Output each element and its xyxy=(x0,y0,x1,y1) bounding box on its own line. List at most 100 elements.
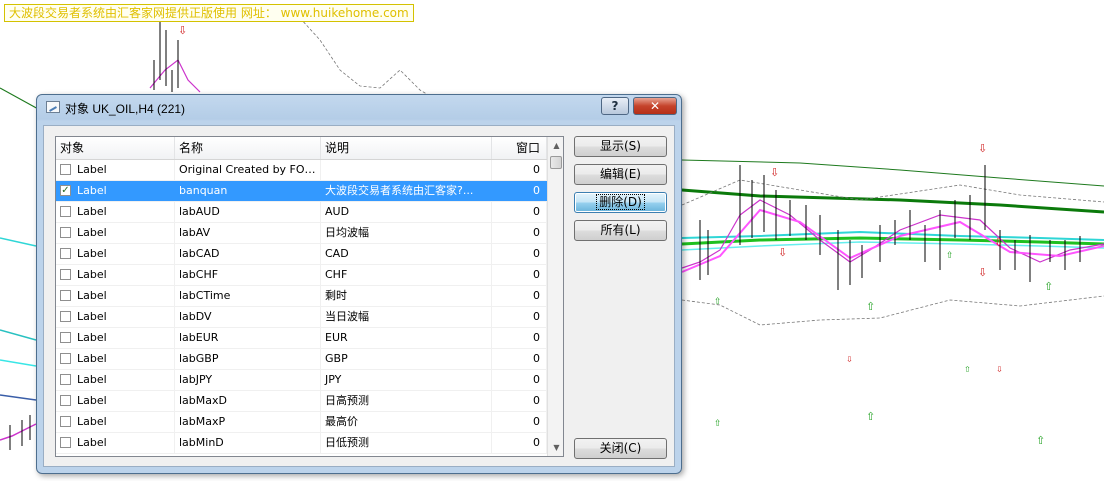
svg-text:⇧: ⇧ xyxy=(1044,280,1053,293)
object-type-cell: Label xyxy=(56,244,175,264)
table-row[interactable]: Label labCHF CHF 0 xyxy=(56,265,547,286)
column-header-window[interactable]: 窗口 xyxy=(492,137,547,159)
table-row[interactable]: Label labDV 当日波幅 0 xyxy=(56,307,547,328)
row-checkbox[interactable] xyxy=(60,226,71,238)
dialog-titlebar[interactable]: 对象 UK_OIL,H4 (221) ? ✕ xyxy=(37,95,681,119)
object-name-cell: labCTime xyxy=(175,286,321,306)
column-header-name[interactable]: 名称 xyxy=(175,137,321,159)
object-name-cell: labCHF xyxy=(175,265,321,285)
close-dialog-button[interactable]: 关闭(C) xyxy=(574,438,667,459)
svg-text:⇩: ⇩ xyxy=(778,246,787,259)
object-type-cell: Label xyxy=(56,349,175,369)
all-button[interactable]: 所有(L) xyxy=(574,220,667,241)
object-name-cell: labGBP xyxy=(175,349,321,369)
edit-button[interactable]: 编辑(E) xyxy=(574,164,667,185)
delete-button[interactable]: 删除(D) xyxy=(574,192,667,213)
table-row[interactable]: Label labJPY JPY 0 xyxy=(56,370,547,391)
table-row[interactable]: Label labMaxD 日高预测 0 xyxy=(56,391,547,412)
object-description-cell: 大波段交易者系统由汇客家?... xyxy=(321,181,492,201)
object-type-cell: ✓ Label xyxy=(56,181,175,201)
window-close-button[interactable]: ✕ xyxy=(633,97,677,115)
row-checkbox[interactable] xyxy=(60,436,71,448)
object-name-cell: labDV xyxy=(175,307,321,327)
list-header: 对象 名称 说明 窗口 xyxy=(56,137,547,160)
scroll-up-icon[interactable]: ▲ xyxy=(548,137,563,154)
table-row[interactable]: Label labMinD 日低预测 0 xyxy=(56,433,547,454)
object-type-text: Label xyxy=(77,163,107,176)
object-description-cell: JPY xyxy=(321,370,492,390)
close-dialog-button-label: 关闭(C) xyxy=(599,441,642,455)
svg-text:⇧: ⇧ xyxy=(866,300,875,313)
row-checkbox[interactable] xyxy=(60,394,71,406)
row-checkbox[interactable] xyxy=(60,163,71,175)
row-checkbox[interactable] xyxy=(60,268,71,280)
row-checkbox[interactable] xyxy=(60,352,71,364)
row-checkbox[interactable] xyxy=(60,247,71,259)
question-icon: ? xyxy=(611,99,619,113)
row-checkbox[interactable] xyxy=(60,415,71,427)
svg-text:⇩: ⇩ xyxy=(178,24,187,37)
object-type-text: Label xyxy=(77,247,107,260)
object-window-cell: 0 xyxy=(492,286,547,306)
table-row[interactable]: Label labAV 日均波幅 0 xyxy=(56,223,547,244)
object-window-cell: 0 xyxy=(492,370,547,390)
show-button[interactable]: 显示(S) xyxy=(574,136,667,157)
objects-list[interactable]: 对象 名称 说明 窗口 Label Original Created by FOR… xyxy=(55,136,564,457)
object-window-cell: 0 xyxy=(492,349,547,369)
show-button-label: 显示(S) xyxy=(600,139,641,153)
object-type-text: Label xyxy=(77,310,107,323)
table-row[interactable]: Label labMaxP 最高价 0 xyxy=(56,412,547,433)
dialog-title: 对象 UK_OIL,H4 (221) xyxy=(65,102,186,116)
object-description-cell: 最高价 xyxy=(321,412,492,432)
object-name-cell: labAUD xyxy=(175,202,321,222)
row-checkbox[interactable] xyxy=(60,331,71,343)
object-description-cell: 剩时 xyxy=(321,286,492,306)
row-checkbox[interactable] xyxy=(60,205,71,217)
vertical-scrollbar[interactable]: ▲ ▼ xyxy=(547,137,563,456)
object-window-cell: 0 xyxy=(492,202,547,222)
object-type-cell: Label xyxy=(56,412,175,432)
object-window-cell: 0 xyxy=(492,244,547,264)
object-window-cell: 0 xyxy=(492,412,547,432)
help-button[interactable]: ? xyxy=(601,97,629,115)
object-window-cell: 0 xyxy=(492,160,547,180)
table-row[interactable]: ✓ Label banquan 大波段交易者系统由汇客家?... 0 xyxy=(56,181,547,202)
object-description-cell xyxy=(321,160,492,180)
svg-text:⇩: ⇩ xyxy=(846,355,853,364)
table-row[interactable]: Label Original Created by FORE… 0 xyxy=(56,160,547,181)
object-description-cell: EUR xyxy=(321,328,492,348)
row-checkbox[interactable] xyxy=(60,373,71,385)
object-type-cell: Label xyxy=(56,307,175,327)
object-type-text: Label xyxy=(77,226,107,239)
svg-text:⇧: ⇧ xyxy=(1036,434,1045,447)
object-type-text: Label xyxy=(77,394,107,407)
object-description-cell: 当日波幅 xyxy=(321,307,492,327)
scroll-thumb[interactable] xyxy=(550,156,562,169)
all-button-label: 所有(L) xyxy=(600,223,641,237)
table-row[interactable]: Label labAUD AUD 0 xyxy=(56,202,547,223)
object-type-text: Label xyxy=(77,415,107,428)
svg-text:⇧: ⇧ xyxy=(866,410,875,423)
object-window-cell: 0 xyxy=(492,433,547,453)
table-row[interactable]: Label labEUR EUR 0 xyxy=(56,328,547,349)
table-row[interactable]: Label labCAD CAD 0 xyxy=(56,244,547,265)
chart-window-icon xyxy=(46,101,60,113)
row-checkbox[interactable] xyxy=(60,289,71,301)
row-checkbox[interactable]: ✓ xyxy=(60,184,71,196)
column-header-object[interactable]: 对象 xyxy=(56,137,175,159)
dialog-client-area: 对象 名称 说明 窗口 Label Original Created by FOR… xyxy=(43,125,675,467)
object-type-text: Label xyxy=(77,373,107,386)
svg-text:⇧: ⇧ xyxy=(714,419,722,429)
close-icon: ✕ xyxy=(649,99,661,113)
object-type-text: Label xyxy=(77,352,107,365)
row-checkbox[interactable] xyxy=(60,310,71,322)
column-header-description[interactable]: 说明 xyxy=(321,137,492,159)
svg-text:⇩: ⇩ xyxy=(978,266,987,279)
svg-text:⇩: ⇩ xyxy=(978,142,987,155)
object-name-cell: labMaxD xyxy=(175,391,321,411)
table-row[interactable]: Label labGBP GBP 0 xyxy=(56,349,547,370)
object-type-cell: Label xyxy=(56,265,175,285)
table-row[interactable]: Label labCTime 剩时 0 xyxy=(56,286,547,307)
scroll-down-icon[interactable]: ▼ xyxy=(548,439,563,456)
object-type-cell: Label xyxy=(56,370,175,390)
